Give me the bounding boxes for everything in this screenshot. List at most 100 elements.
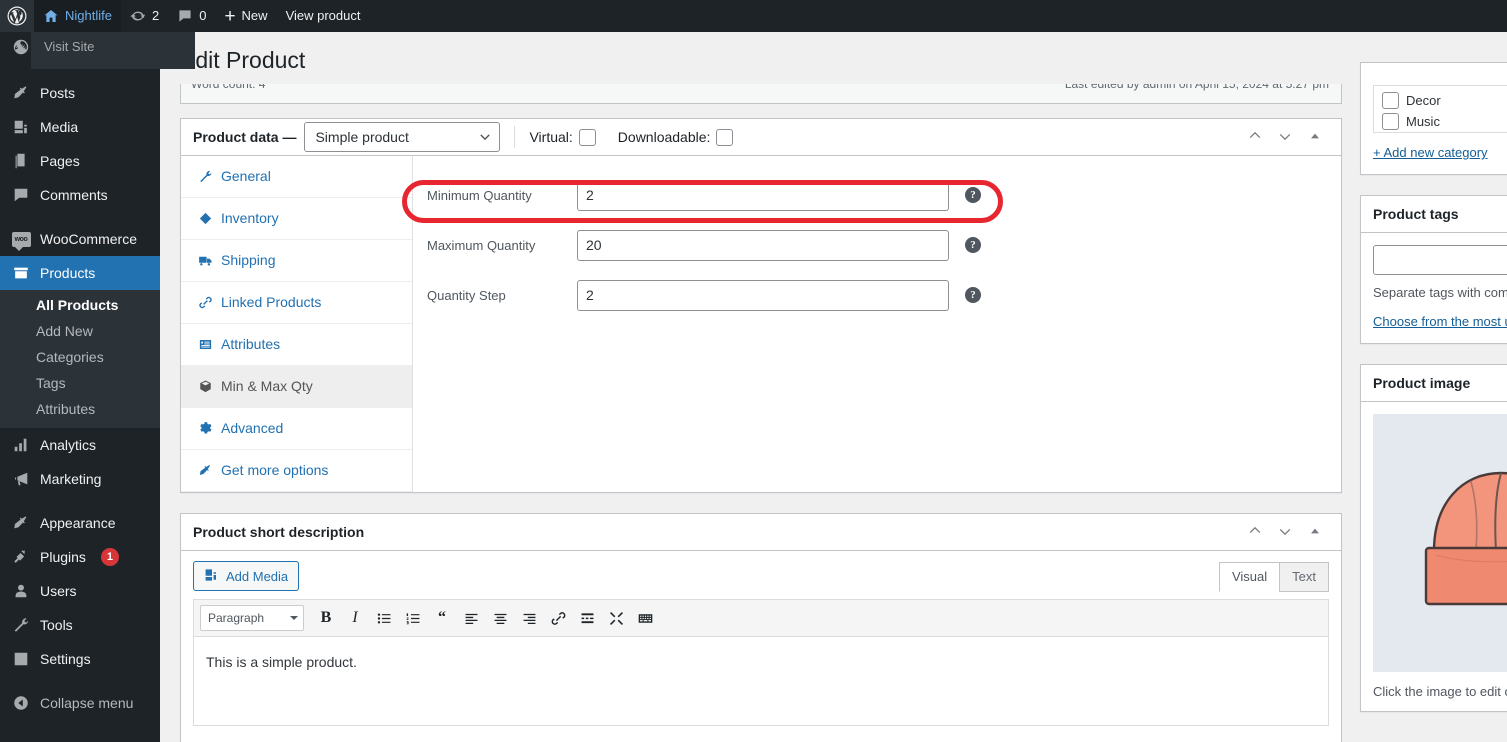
product-image-thumbnail-wrap[interactable] — [1361, 402, 1507, 684]
product-data-panel: Product data — Simple product Virtual: D… — [180, 118, 1342, 493]
sidebar-item-woocommerce[interactable]: woo WooCommerce — [0, 222, 160, 256]
product-image-thumbnail[interactable] — [1373, 414, 1507, 672]
product-image-caption: Click the image to edit or update — [1373, 684, 1507, 699]
sidebar-item-posts[interactable]: Posts — [0, 76, 160, 110]
tab-linked-products[interactable]: Linked Products — [181, 282, 412, 324]
insert-link-icon[interactable] — [545, 605, 571, 631]
category-item-music[interactable]: Music — [1382, 111, 1507, 132]
sidebar-item-pages[interactable]: Pages — [0, 144, 160, 178]
admin-bar-view-product[interactable]: View product — [277, 0, 370, 32]
tab-get-more-options[interactable]: Get more options — [181, 450, 412, 492]
pin-icon — [11, 83, 31, 103]
megaphone-icon — [11, 469, 31, 489]
blockquote-icon[interactable]: “ — [429, 605, 455, 631]
media-icon — [11, 117, 31, 137]
submenu-item-add-new[interactable]: Add New — [0, 318, 160, 344]
toggle-panel-button[interactable] — [1301, 518, 1329, 546]
keyboard-shortcuts-icon[interactable] — [632, 605, 658, 631]
sidebar-item-label: Collapse menu — [40, 695, 134, 711]
menu-separator — [0, 676, 160, 686]
virtual-checkbox[interactable] — [578, 128, 596, 146]
tab-general[interactable]: General — [181, 156, 412, 198]
sidebar-item-appearance[interactable]: Appearance — [0, 506, 160, 540]
plus-icon: + — [224, 5, 236, 27]
sidebar-item-products[interactable]: Products — [0, 256, 160, 290]
sidebar-item-comments[interactable]: Comments — [0, 178, 160, 212]
virtual-checkbox-row[interactable]: Virtual: — [529, 128, 596, 146]
visit-site-link[interactable]: Visit Site — [31, 32, 195, 61]
read-more-icon[interactable] — [574, 605, 600, 631]
product-type-select[interactable]: Simple product — [304, 122, 501, 152]
admin-bar-new-content[interactable]: + New — [215, 0, 276, 32]
chevron-down-icon — [1277, 128, 1293, 147]
category-checkbox[interactable] — [1382, 92, 1399, 109]
tab-min-max-qty[interactable]: Min & Max Qty — [181, 366, 412, 408]
add-new-category-link[interactable]: + Add new category — [1373, 145, 1488, 160]
tab-inventory[interactable]: Inventory — [181, 198, 412, 240]
move-up-button[interactable] — [1241, 123, 1269, 151]
move-down-button[interactable] — [1271, 518, 1299, 546]
toggle-panel-button[interactable] — [1301, 123, 1329, 151]
tab-shipping[interactable]: Shipping — [181, 240, 412, 282]
sidebar-item-media[interactable]: Media — [0, 110, 160, 144]
bold-icon[interactable]: B — [313, 605, 339, 631]
tab-text[interactable]: Text — [1279, 562, 1329, 592]
submenu-item-tags[interactable]: Tags — [0, 370, 160, 396]
submenu-item-all-products[interactable]: All Products — [0, 292, 160, 318]
sidebar-item-marketing[interactable]: Marketing — [0, 462, 160, 496]
woo-mark: woo — [11, 231, 31, 251]
align-center-icon[interactable] — [487, 605, 513, 631]
maximum-quantity-input[interactable] — [577, 229, 949, 261]
product-tags-input[interactable] — [1373, 245, 1507, 275]
sidebar-item-settings[interactable]: Settings — [0, 642, 160, 676]
downloadable-checkbox[interactable] — [716, 128, 734, 146]
add-media-button[interactable]: Add Media — [193, 561, 300, 591]
plugins-update-badge: 1 — [100, 548, 119, 566]
fullscreen-icon[interactable] — [603, 605, 629, 631]
numbered-list-icon[interactable] — [400, 605, 426, 631]
quantity-step-input[interactable] — [577, 279, 949, 311]
admin-bar-comments[interactable]: 0 — [168, 0, 215, 32]
home-icon — [43, 8, 59, 24]
submenu-item-categories[interactable]: Categories — [0, 344, 160, 370]
italic-icon[interactable]: I — [342, 605, 368, 631]
align-left-icon[interactable] — [458, 605, 484, 631]
align-right-icon[interactable] — [516, 605, 542, 631]
product-data-title: Product data — — [193, 129, 297, 145]
help-tip-icon[interactable]: ? — [965, 287, 981, 303]
help-tip-icon[interactable]: ? — [965, 187, 981, 203]
tab-attributes[interactable]: Attributes — [181, 324, 412, 366]
admin-sidebar-menu: Dashboard Posts Media Pages Comments woo… — [0, 32, 160, 742]
bulleted-list-icon[interactable] — [371, 605, 397, 631]
tab-advanced[interactable]: Advanced — [181, 408, 412, 450]
sidebar-item-label: Pages — [40, 153, 80, 169]
minimum-quantity-input[interactable] — [577, 179, 949, 211]
sidebar-item-plugins[interactable]: Plugins 1 — [0, 540, 160, 574]
submenu-item-attributes[interactable]: Attributes — [0, 396, 160, 422]
tab-label: Attributes — [221, 336, 281, 352]
tab-visual[interactable]: Visual — [1218, 562, 1281, 592]
help-tip-icon[interactable]: ? — [965, 237, 981, 253]
sidebar-item-label: WooCommerce — [40, 231, 137, 247]
tab-label: Linked Products — [221, 294, 322, 310]
sidebar-item-analytics[interactable]: Analytics — [0, 428, 160, 462]
admin-bar-site-name[interactable]: Nightlife — [34, 0, 121, 32]
move-up-button[interactable] — [1241, 518, 1269, 546]
category-checklist[interactable]: Decor Music — [1373, 85, 1507, 133]
category-item-decor[interactable]: Decor — [1382, 90, 1507, 111]
sidebar-item-tools[interactable]: Tools — [0, 608, 160, 642]
choose-most-used-tags-link[interactable]: Choose from the most used tags — [1373, 314, 1507, 329]
view-product-label: View product — [285, 8, 361, 23]
sidebar-item-collapse-menu[interactable]: Collapse menu — [0, 686, 160, 720]
tab-label: Inventory — [221, 210, 279, 226]
wordpress-logo-icon[interactable] — [0, 0, 34, 32]
short-description-editor-area[interactable]: This is a simple product. — [193, 636, 1329, 726]
admin-bar-updates[interactable]: 2 — [121, 0, 168, 32]
product-tags-hint: Separate tags with commas — [1373, 285, 1507, 300]
sidebar-item-users[interactable]: Users — [0, 574, 160, 608]
downloadable-checkbox-row[interactable]: Downloadable: — [618, 128, 734, 146]
category-checkbox[interactable] — [1382, 113, 1399, 130]
main-content: Edit Product Word count: 4 Last edited b… — [160, 32, 1507, 742]
paragraph-format-select[interactable]: Paragraph — [200, 605, 304, 631]
move-down-button[interactable] — [1271, 123, 1299, 151]
